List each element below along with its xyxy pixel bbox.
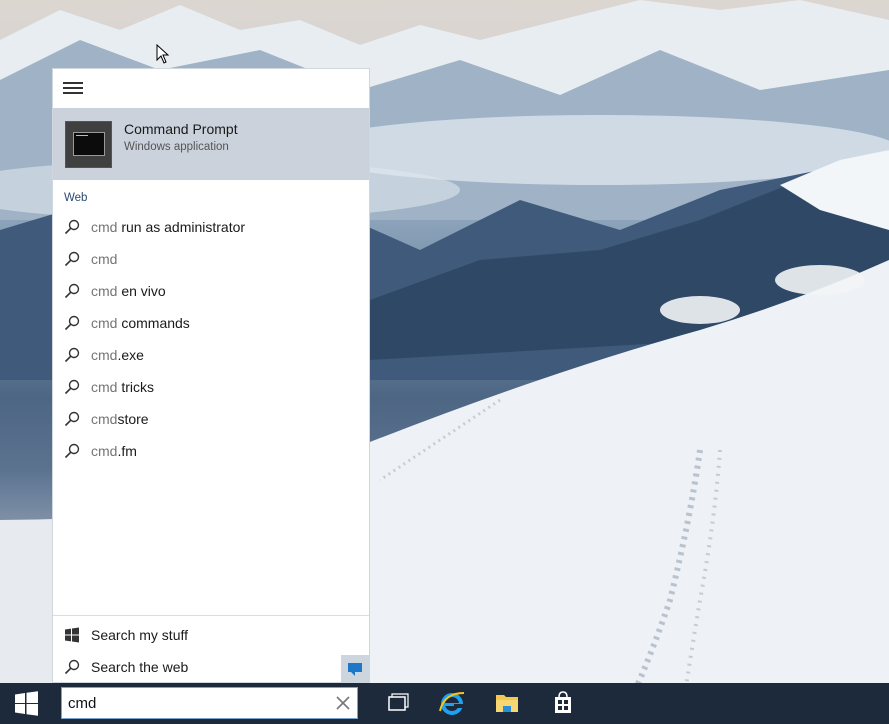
command-prompt-icon [65,121,112,168]
store-icon[interactable] [547,687,579,719]
result-query: cmd [91,283,118,299]
search-icon [64,219,80,235]
search-my-stuff-label: Search my stuff [91,627,189,643]
result-suffix: commands [117,315,190,331]
result-query: cmd [91,251,118,267]
search-icon [64,283,80,299]
search-icon [64,315,80,331]
file-explorer-icon[interactable] [491,687,523,719]
windows-logo-icon [15,691,38,716]
best-match-title: Command Prompt [124,121,238,137]
result-suffix: store [117,411,149,427]
web-result-item[interactable]: cmd.fm [53,437,369,469]
search-icon [64,251,80,267]
result-suffix: run as administrator [117,219,246,235]
close-icon[interactable] [335,695,351,711]
result-query: cmd [91,379,118,395]
web-result-item[interactable]: cmdstore [53,405,369,437]
web-result-item[interactable]: cmd commands [53,309,369,341]
search-input[interactable] [62,688,328,718]
start-search-panel: Command Prompt Windows application Web c… [52,68,370,683]
search-my-stuff-button[interactable]: Search my stuff [53,619,369,651]
search-the-web-button[interactable]: Search the web [53,651,369,683]
internet-explorer-icon[interactable] [436,687,468,719]
search-icon [64,347,80,363]
web-result-item[interactable]: cmd run as administrator [53,213,369,245]
search-icon [64,443,80,459]
result-suffix: en vivo [117,283,166,299]
feedback-icon [348,663,362,672]
web-section-label: Web [64,192,88,204]
web-results-list: cmd run as administrator cmd cmd en vivo… [53,213,369,469]
taskbar-search-box[interactable] [61,687,358,719]
result-query: cmd [91,411,118,427]
hamburger-menu-icon[interactable] [63,82,83,96]
web-result-item[interactable]: cmd tricks [53,373,369,405]
result-query: cmd [91,443,118,459]
panel-divider [53,615,369,616]
search-the-web-label: Search the web [91,659,189,675]
search-icon [64,411,80,427]
result-suffix: .exe [117,347,144,363]
web-result-item[interactable]: cmd [53,245,369,277]
task-view-icon[interactable] [381,687,413,719]
search-icon [64,659,80,675]
start-button[interactable] [0,683,50,724]
web-result-item[interactable]: cmd.exe [53,341,369,373]
search-icon [64,379,80,395]
result-query: cmd [91,347,118,363]
result-suffix: tricks [117,379,155,395]
result-query: cmd [91,315,118,331]
web-result-item[interactable]: cmd en vivo [53,277,369,309]
best-match-subtitle: Windows application [124,141,229,153]
mouse-cursor-icon [156,44,170,64]
best-match-command-prompt[interactable]: Command Prompt Windows application [53,108,369,180]
taskbar [0,683,889,724]
feedback-button[interactable] [341,655,369,683]
windows-logo-icon [65,627,79,643]
result-suffix: .fm [117,443,137,459]
result-query: cmd [91,219,118,235]
